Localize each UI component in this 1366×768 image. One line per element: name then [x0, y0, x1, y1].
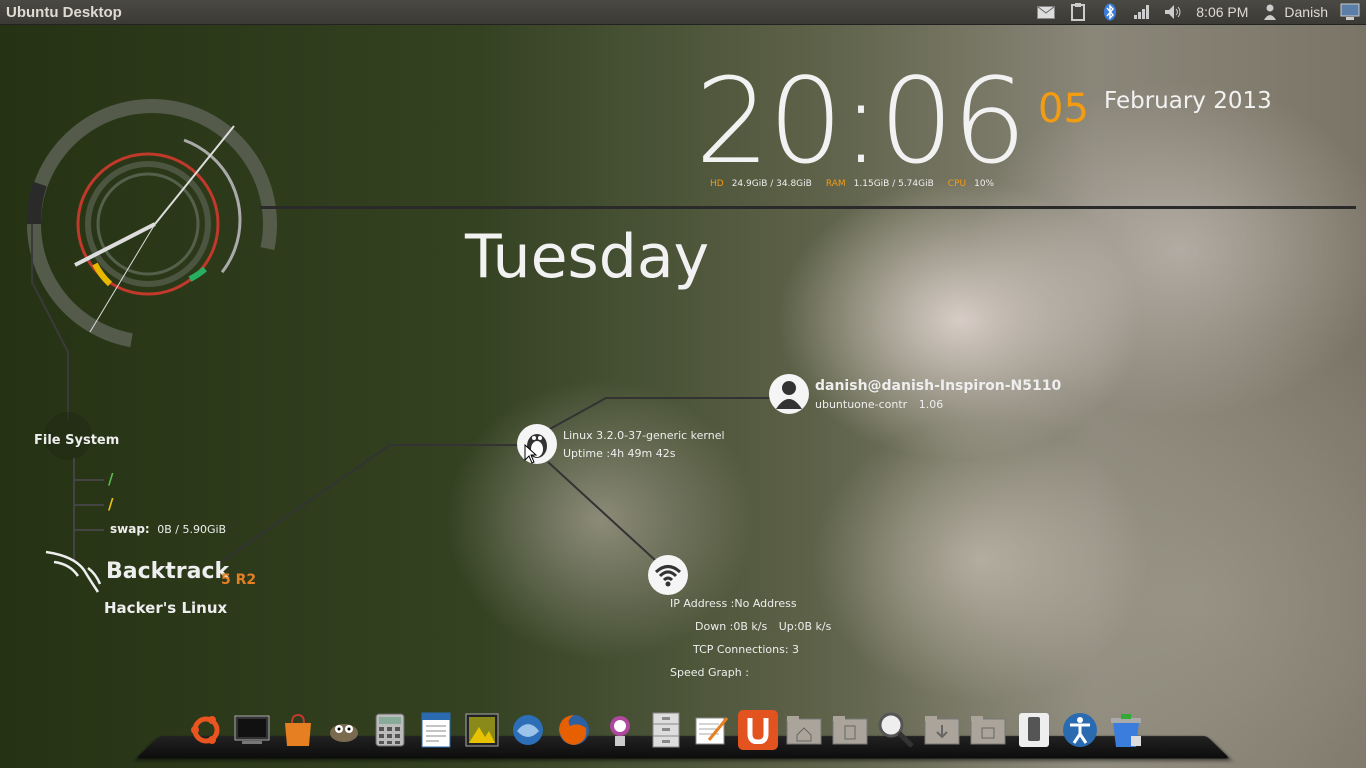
process-name: ubuntuone-contr: [815, 398, 908, 411]
home-folder-icon[interactable]: [784, 710, 824, 750]
dock-icons: [186, 710, 1146, 750]
accessibility-icon[interactable]: [1060, 710, 1100, 750]
person-icon: [769, 374, 809, 414]
downloads-folder-icon[interactable]: [922, 710, 962, 750]
home-fs-marker: /: [108, 495, 114, 513]
phone-icon[interactable]: [1014, 710, 1054, 750]
uptime: Uptime :4h 49m 42s: [563, 447, 676, 460]
user-host: danish@danish-Inspiron-N5110: [815, 378, 1062, 394]
tcp-connections: TCP Connections: 3: [693, 643, 800, 656]
dock: [136, 710, 1230, 764]
file-cabinet-icon[interactable]: [646, 710, 686, 750]
network-info: IP Address :No Address Down :0B k/s Up:0…: [670, 592, 831, 684]
process-value: 1.06: [918, 398, 944, 411]
distro-name: Backtrack: [106, 559, 230, 584]
swap-value: 0B / 5.90GiB: [157, 523, 227, 536]
ubuntu-one-icon[interactable]: [738, 710, 778, 750]
trash-icon[interactable]: [1106, 710, 1146, 750]
thunderbird-icon[interactable]: [508, 710, 548, 750]
wifi-icon: [648, 555, 688, 595]
text-editor-icon[interactable]: [692, 710, 732, 750]
kernel-info: Linux 3.2.0-37-generic kernel Uptime :4h…: [563, 427, 725, 463]
dragon-logo-icon: [45, 550, 102, 593]
image-viewer-icon[interactable]: [462, 710, 502, 750]
down-speed: Down :0B k/s: [695, 620, 768, 633]
net-speed: Down :0B k/s Up:0B k/s: [670, 615, 831, 638]
gimp-icon[interactable]: [324, 710, 364, 750]
writer-icon[interactable]: [416, 710, 456, 750]
network-node: [648, 555, 688, 595]
documents-folder-icon[interactable]: [830, 710, 870, 750]
search-icon[interactable]: [876, 710, 916, 750]
kernel-version: Linux 3.2.0-37-generic kernel: [563, 429, 725, 442]
terminal-icon[interactable]: [232, 710, 272, 750]
root-fs-marker: /: [108, 470, 114, 488]
swap-label: swap:: [110, 522, 150, 536]
mouse-pointer-icon: [524, 444, 538, 464]
firefox-icon[interactable]: [554, 710, 594, 750]
calculator-icon[interactable]: [370, 710, 410, 750]
speed-graph-label: Speed Graph :: [670, 666, 749, 679]
distro-version: 5 R2: [221, 572, 257, 588]
drive-folder-icon[interactable]: [968, 710, 1008, 750]
swap-info: swap: 0B / 5.90GiB: [110, 522, 226, 536]
top-process: ubuntuone-contr 1.06: [815, 398, 943, 411]
ip-address: IP Address :No Address: [670, 597, 797, 610]
ubuntu-logo-icon[interactable]: [186, 710, 226, 750]
up-speed: Up:0B k/s: [778, 620, 832, 633]
filesystem-title: File System: [34, 433, 120, 448]
user-avatar: [769, 374, 809, 414]
mascot-icon[interactable]: [600, 710, 640, 750]
distro-tagline: Hacker's Linux: [104, 599, 228, 617]
software-center-icon[interactable]: [278, 710, 318, 750]
